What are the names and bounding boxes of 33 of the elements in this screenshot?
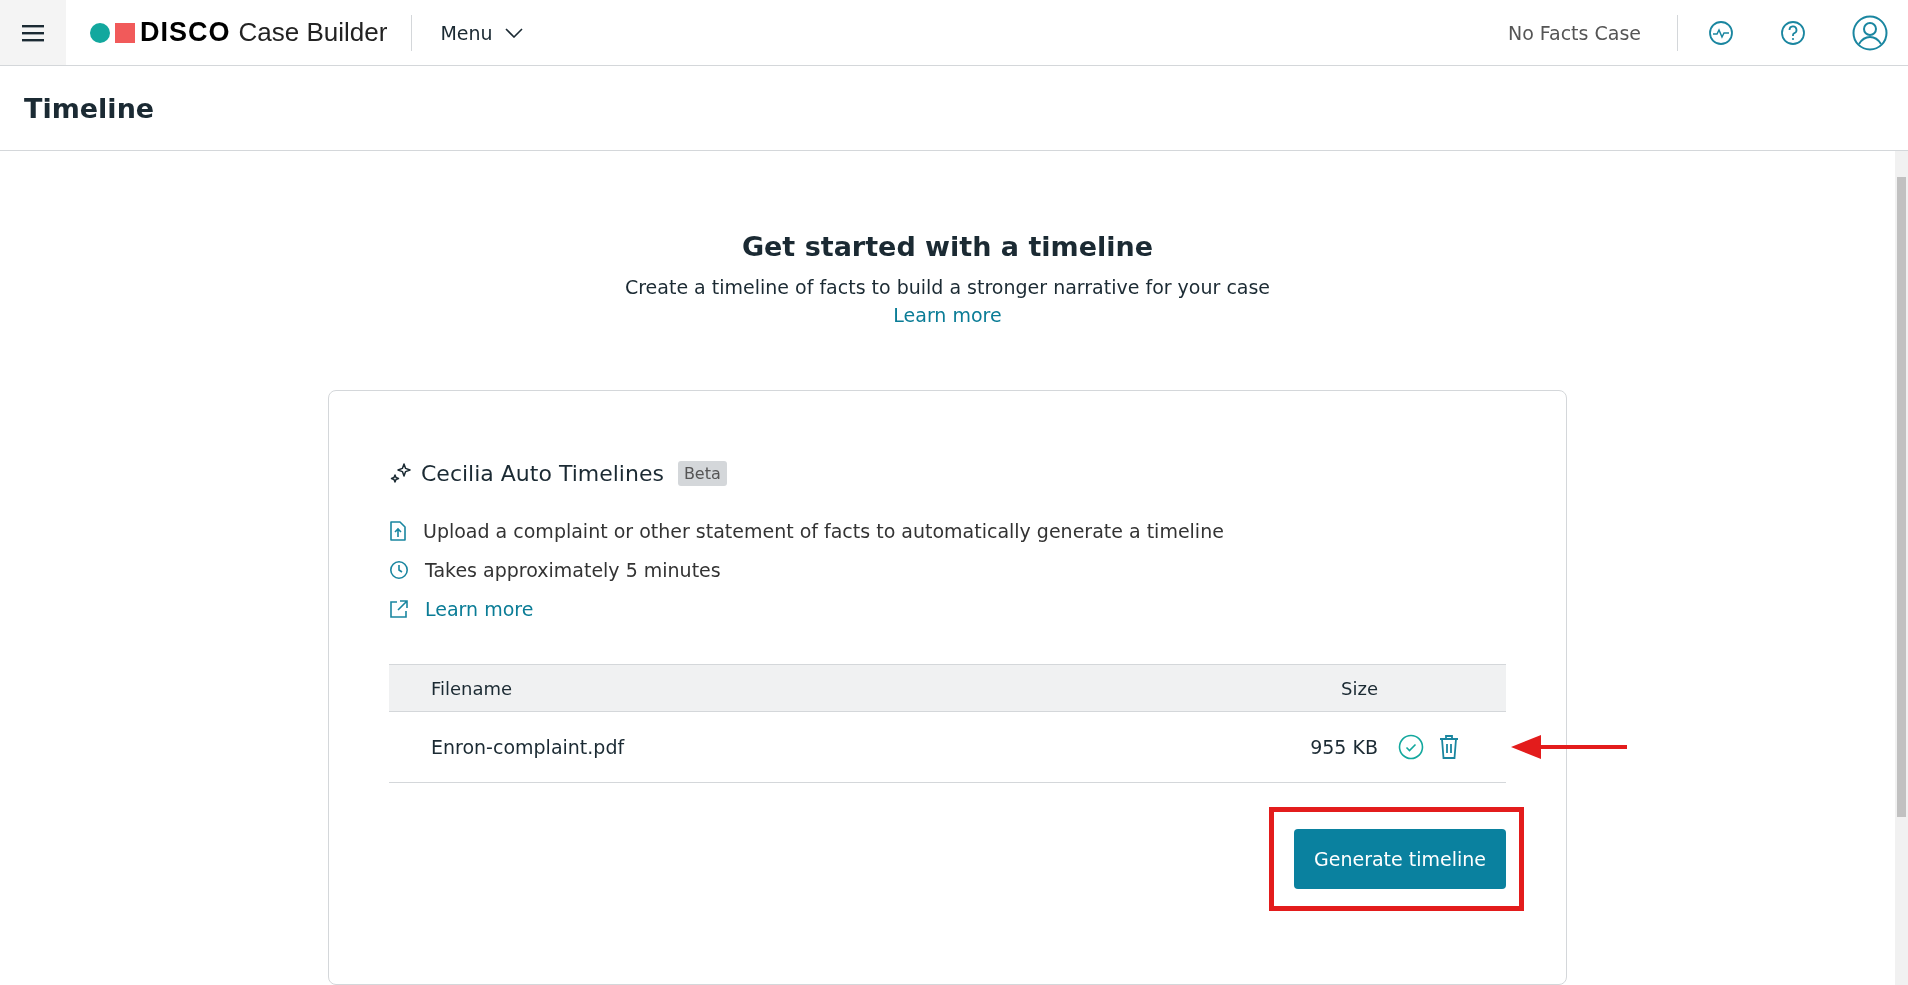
menu-icon bbox=[22, 23, 44, 42]
activity-icon[interactable] bbox=[1708, 19, 1734, 46]
sparkle-icon bbox=[389, 461, 413, 486]
beta-badge: Beta bbox=[677, 461, 727, 486]
logo-icon bbox=[90, 21, 136, 44]
learn-more-link[interactable]: Learn more bbox=[425, 598, 534, 620]
page-title: Timeline bbox=[24, 92, 155, 124]
external-link-icon bbox=[389, 599, 409, 619]
intro-heading: Get started with a timeline bbox=[741, 231, 1154, 262]
trash-icon[interactable] bbox=[1438, 734, 1460, 760]
clock-icon bbox=[389, 560, 409, 580]
column-header: Filename bbox=[430, 677, 514, 699]
generate-timeline-button[interactable]: Generate timeline bbox=[1294, 829, 1506, 889]
learn-more-link[interactable]: Learn more bbox=[893, 304, 1002, 326]
user-avatar-icon[interactable] bbox=[1852, 14, 1888, 51]
card-title: Cecilia Auto Timelines bbox=[421, 461, 664, 486]
column-header: Size bbox=[1341, 677, 1379, 699]
help-icon[interactable] bbox=[1780, 19, 1806, 46]
case-name: No Facts Case bbox=[1507, 21, 1641, 44]
file-upload-icon bbox=[389, 521, 407, 541]
brand-name: DISCO bbox=[140, 17, 231, 48]
menu-dropdown[interactable]: Menu bbox=[440, 21, 523, 44]
scrollbar-thumb[interactable] bbox=[1897, 177, 1906, 817]
intro-text: Create a timeline of facts to build a stronger narrative for your case bbox=[624, 276, 1271, 298]
check-circle-icon bbox=[1398, 734, 1424, 760]
info-text: Takes approximately 5 minutes bbox=[425, 559, 721, 581]
filename-cell-text: Enron-complaint.pdf bbox=[430, 736, 626, 758]
chevron-down-icon bbox=[504, 27, 523, 38]
size-cell-text: 955 KB bbox=[1310, 736, 1379, 758]
menu-button[interactable] bbox=[0, 0, 66, 65]
scrollbar[interactable] bbox=[1895, 151, 1908, 985]
info-text: Upload a complaint or other statement of facts to automatically generate a timeline bbox=[423, 520, 1224, 542]
product-name: Case Builder bbox=[238, 17, 388, 48]
